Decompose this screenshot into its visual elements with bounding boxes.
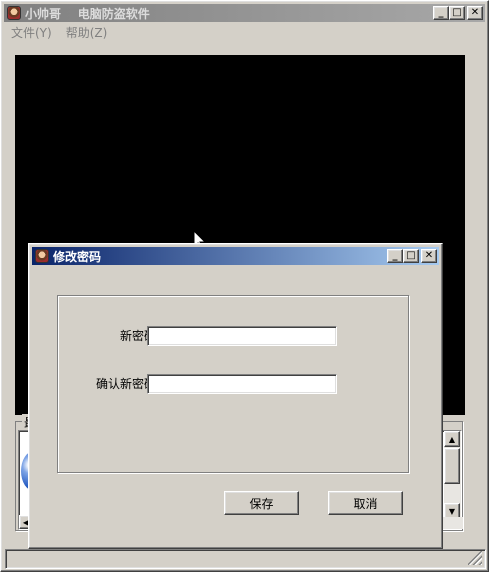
menu-bar: 文件(Y) 帮助(Z) (5, 23, 107, 41)
dialog-maximize-button[interactable]: □ (403, 249, 419, 263)
confirm-password-field[interactable] (147, 374, 337, 394)
scroll-thumb[interactable] (444, 448, 460, 484)
dialog-close-button[interactable]: ✕ (421, 249, 437, 263)
dialog-controls: _ □ ✕ (387, 249, 437, 263)
maximize-button[interactable]: □ (449, 6, 465, 20)
size-grip-icon[interactable] (468, 551, 482, 565)
dialog-titlebar[interactable]: 修改密码 _ □ ✕ (32, 247, 439, 265)
scroll-up-button[interactable]: ▲ (444, 431, 460, 447)
main-window-title: 小帅哥 电脑防盗软件 (25, 6, 150, 21)
minimize-button[interactable]: _ (433, 6, 449, 20)
app-avatar-icon (7, 6, 21, 20)
menu-help[interactable]: 帮助(Z) (66, 24, 108, 41)
close-button[interactable]: ✕ (467, 6, 483, 20)
main-titlebar[interactable]: 小帅哥 电脑防盗软件 _ □ ✕ (4, 4, 485, 22)
main-window-controls: _ □ ✕ (433, 6, 483, 20)
save-button[interactable]: 保存 (224, 491, 299, 515)
vertical-scrollbar[interactable]: ▲ ▼ (444, 431, 461, 519)
password-form-group: 新密码： 确认新密码： (57, 295, 409, 473)
menu-file[interactable]: 文件(Y) (11, 24, 52, 41)
new-password-field[interactable] (147, 326, 337, 346)
dialog-minimize-button[interactable]: _ (387, 249, 403, 263)
cancel-button[interactable]: 取消 (328, 491, 403, 515)
dialog-app-icon (35, 249, 49, 263)
status-bar (5, 549, 486, 569)
dialog-title: 修改密码 (53, 249, 102, 264)
change-password-dialog: 修改密码 _ □ ✕ 新密码： 确认新密码： 保存 取消 (28, 243, 443, 549)
